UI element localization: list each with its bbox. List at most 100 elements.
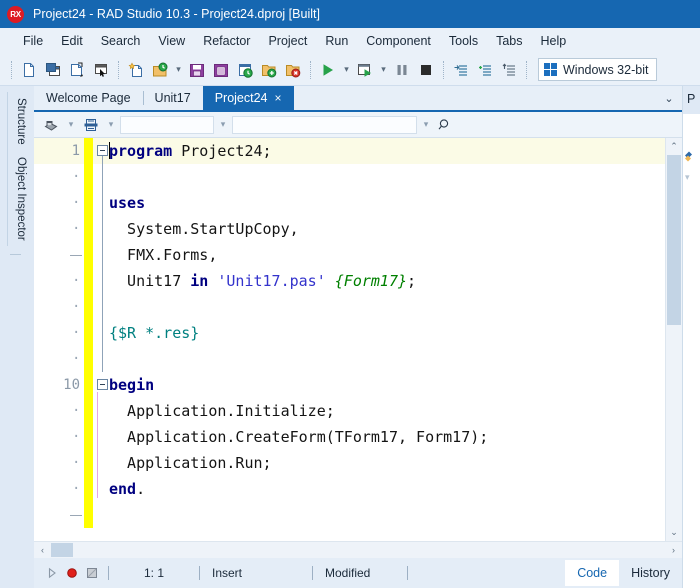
horizontal-scroll-track[interactable] (51, 542, 665, 558)
menu-item-view[interactable]: View (149, 31, 194, 51)
sidebar-item-object-inspector[interactable]: Object Inspector (7, 151, 34, 247)
menu-item-refactor[interactable]: Refactor (194, 31, 259, 51)
line-marker-dot-icon: · (72, 216, 80, 242)
history-manager-icon[interactable] (40, 114, 62, 136)
target-platform-selector[interactable]: Windows 32-bit (538, 58, 657, 81)
code-token: 'Unit17.pas' (217, 272, 325, 290)
tab-welcome-page[interactable]: Welcome Page (34, 86, 143, 110)
code-line[interactable]: · Unit17 in 'Unit17.pas' {Form17}; (34, 268, 665, 294)
save-button[interactable] (185, 58, 209, 82)
breakpoint-icon[interactable] (62, 563, 82, 583)
scroll-right-icon[interactable]: › (665, 542, 682, 558)
code-line[interactable]: ·{$R *.res} (34, 320, 665, 346)
open-project-dropdown-caret-icon[interactable]: ▾ (172, 58, 185, 82)
code-text: FMX.Forms, (109, 242, 217, 268)
add-to-project-button[interactable] (257, 58, 281, 82)
code-line[interactable]: 10begin (34, 372, 665, 398)
code-line[interactable]: ·uses (34, 190, 665, 216)
code-editor[interactable]: 1program Project24;··uses· System.StartU… (34, 138, 665, 541)
close-icon[interactable]: × (275, 92, 282, 104)
tab-unit17[interactable]: Unit17 (143, 86, 203, 110)
run-without-debugging-dropdown-caret-icon[interactable]: ▾ (377, 58, 390, 82)
code-line[interactable]: ·end. (34, 476, 665, 502)
menu-item-run[interactable]: Run (316, 31, 357, 51)
history-dropdown-caret-icon[interactable]: ▾ (64, 114, 78, 136)
project-manager-icon[interactable] (684, 148, 698, 162)
run-without-debugging-button[interactable] (353, 58, 377, 82)
menu-item-tools[interactable]: Tools (440, 31, 487, 51)
menu-item-tabs[interactable]: Tabs (487, 31, 531, 51)
editor-horizontal-scrollbar[interactable]: ‹ › (34, 541, 682, 558)
bookmark-icon[interactable] (82, 563, 102, 583)
vertical-scroll-track[interactable] (666, 155, 682, 524)
save-all-button[interactable] (209, 58, 233, 82)
menu-item-project[interactable]: Project (259, 31, 316, 51)
run-to-cursor-button[interactable] (497, 58, 521, 82)
right-panel-caret-icon[interactable]: ▾ (685, 172, 690, 183)
menu-item-search[interactable]: Search (92, 31, 150, 51)
code-line[interactable]: · Application.Initialize; (34, 398, 665, 424)
line-marker-dot-icon: · (72, 398, 80, 424)
class-combo-box[interactable] (120, 116, 214, 134)
menu-item-file[interactable]: File (14, 31, 52, 51)
pause-button[interactable] (390, 58, 414, 82)
tab-code-view[interactable]: Code (565, 560, 619, 586)
step-over-button[interactable] (473, 58, 497, 82)
view-form-button[interactable] (89, 58, 113, 82)
diff-dropdown-caret-icon[interactable]: ▾ (104, 114, 118, 136)
diff-view-icon[interactable] (80, 114, 102, 136)
code-line[interactable]: · (34, 294, 665, 320)
tab-history-view[interactable]: History (619, 560, 682, 586)
save-project-button[interactable] (233, 58, 257, 82)
code-token: FMX.Forms, (109, 246, 217, 264)
remove-from-project-button[interactable] (281, 58, 305, 82)
code-line[interactable]: · System.StartUpCopy, (34, 216, 665, 242)
member-combo-caret-icon[interactable]: ▾ (419, 114, 433, 136)
code-token: begin (109, 376, 154, 394)
code-token: Application.Initialize; (109, 402, 335, 420)
menu-item-component[interactable]: Component (357, 31, 440, 51)
tab-strip-filler (294, 86, 656, 110)
open-project-button[interactable] (148, 58, 172, 82)
run-dropdown-caret-icon[interactable]: ▾ (340, 58, 353, 82)
new-other-button[interactable] (65, 58, 89, 82)
code-token: Application.Run; (109, 454, 272, 472)
code-lines-container: 1program Project24;··uses· System.StartU… (34, 138, 665, 541)
code-line[interactable]: · Application.Run; (34, 450, 665, 476)
fold-collapse-icon[interactable] (97, 145, 108, 156)
new-project-button[interactable] (124, 58, 148, 82)
stop-button[interactable] (414, 58, 438, 82)
code-line[interactable]: · (34, 346, 665, 372)
member-combo-box[interactable] (232, 116, 417, 134)
code-line[interactable]: · (34, 164, 665, 190)
class-combo-caret-icon[interactable]: ▾ (216, 114, 230, 136)
chevron-down-icon[interactable]: ⌄ (656, 86, 682, 110)
vertical-scroll-thumb[interactable] (667, 155, 681, 325)
run-button[interactable] (316, 58, 340, 82)
run-arrow-icon[interactable] (42, 563, 62, 583)
fold-collapse-icon[interactable] (97, 379, 108, 390)
status-divider (199, 566, 200, 580)
scroll-down-icon[interactable]: ⌄ (666, 524, 682, 541)
right-dock-panel: P ▾ (682, 86, 700, 588)
line-marker-dash-icon (70, 255, 82, 256)
code-line[interactable]: · Application.CreateForm(TForm17, Form17… (34, 424, 665, 450)
trace-into-button[interactable] (449, 58, 473, 82)
menu-item-help[interactable]: Help (532, 31, 576, 51)
editor-vertical-scrollbar[interactable]: ⌃ ⌄ (665, 138, 682, 541)
code-token: System.StartUpCopy, (109, 220, 299, 238)
code-line[interactable] (34, 502, 665, 528)
code-line[interactable]: FMX.Forms, (34, 242, 665, 268)
scroll-left-icon[interactable]: ‹ (34, 542, 51, 558)
new-file-button[interactable] (17, 58, 41, 82)
modified-line-marker (84, 190, 93, 216)
new-form-button[interactable] (41, 58, 65, 82)
horizontal-scroll-thumb[interactable] (51, 543, 73, 557)
menu-item-edit[interactable]: Edit (52, 31, 92, 51)
code-line[interactable]: 1program Project24; (34, 138, 665, 164)
search-icon[interactable] (435, 114, 455, 136)
sidebar-item-structure[interactable]: Structure (7, 92, 34, 151)
code-token: ; (407, 272, 416, 290)
tab-project24[interactable]: Project24 × (203, 86, 294, 110)
scroll-up-icon[interactable]: ⌃ (666, 138, 682, 155)
